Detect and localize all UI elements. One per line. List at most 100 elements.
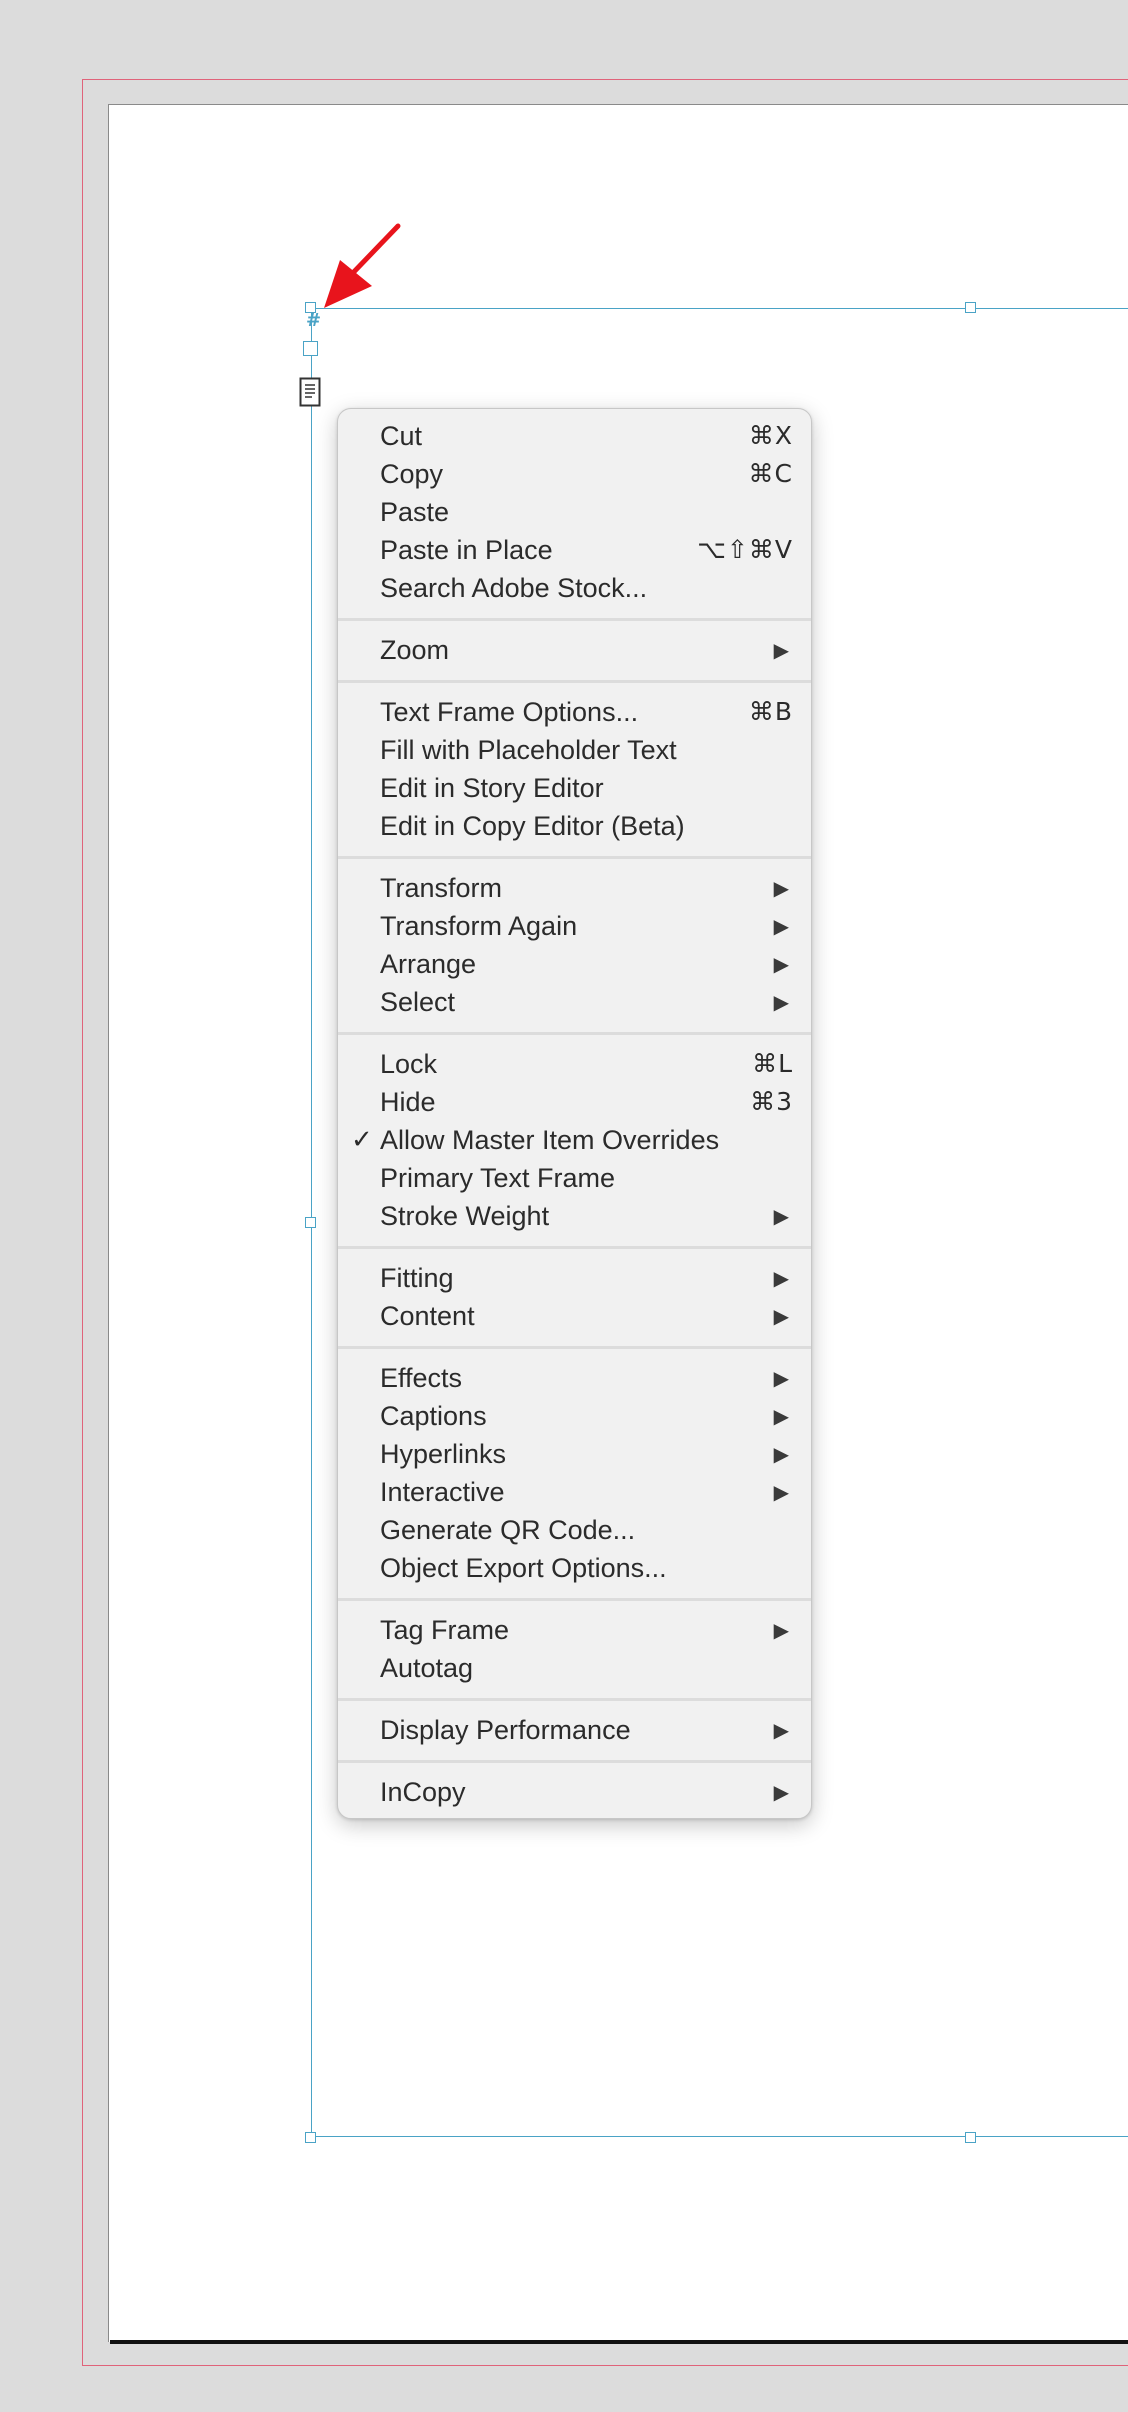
context-menu: Cut ⌘X Copy ⌘C Paste Paste in Place ⌥⇧⌘V Search… (337, 408, 812, 1819)
submenu-arrow-icon: ▶ (773, 1442, 789, 1466)
menu-item-transform[interactable]: Transform ▶ (338, 869, 811, 907)
menu-item-incopy[interactable]: InCopy ▶ (338, 1773, 811, 1811)
menu-item-fill-with-placeholder-text[interactable]: Fill with Placeholder Text (338, 731, 811, 769)
menu-item-zoom[interactable]: Zoom ▶ (338, 631, 811, 669)
menu-separator (338, 1687, 811, 1711)
menu-item-label: Hyperlinks (380, 1439, 507, 1469)
page-shadow (110, 2340, 1128, 2344)
menu-item-search-adobe-stock[interactable]: Search Adobe Stock... (338, 569, 811, 607)
menu-item-label: Text Frame Options... (380, 697, 639, 727)
menu-item-autotag[interactable]: Autotag (338, 1649, 811, 1687)
menu-item-label: Captions (380, 1401, 487, 1431)
menu-item-label: Transform (380, 873, 503, 903)
menu-item-label: Paste (380, 497, 450, 527)
menu-item-label: Effects (380, 1363, 463, 1393)
menu-item-label: Allow Master Item Overrides (380, 1125, 720, 1155)
menu-item-label: Copy (380, 459, 444, 489)
menu-item-label: Paste in Place (380, 535, 553, 565)
menu-item-label: Display Performance (380, 1715, 631, 1745)
menu-item-fitting[interactable]: Fitting ▶ (338, 1259, 811, 1297)
menu-item-label: Lock (380, 1049, 438, 1079)
menu-item-content[interactable]: Content ▶ (338, 1297, 811, 1335)
menu-item-allow-master-item-overrides[interactable]: ✓ Allow Master Item Overrides (338, 1121, 811, 1159)
menu-item-shortcut: ⌘3 (750, 1087, 793, 1116)
menu-item-generate-qr-code[interactable]: Generate QR Code... (338, 1511, 811, 1549)
text-thread-icon[interactable] (299, 377, 321, 407)
menu-item-shortcut: ⌘C (748, 459, 793, 488)
menu-item-edit-in-copy-editor-beta[interactable]: Edit in Copy Editor (Beta) (338, 807, 811, 845)
menu-separator (338, 1749, 811, 1773)
menu-item-label: Edit in Copy Editor (Beta) (380, 811, 685, 841)
submenu-arrow-icon: ▶ (773, 1618, 789, 1642)
menu-item-captions[interactable]: Captions ▶ (338, 1397, 811, 1435)
menu-item-effects[interactable]: Effects ▶ (338, 1359, 811, 1397)
annotation-arrow-icon (324, 223, 401, 308)
menu-separator (338, 845, 811, 869)
menu-item-tag-frame[interactable]: Tag Frame ▶ (338, 1611, 811, 1649)
menu-item-label: Transform Again (380, 911, 578, 941)
menu-item-hide[interactable]: Hide ⌘3 (338, 1083, 811, 1121)
submenu-arrow-icon: ▶ (773, 914, 789, 938)
submenu-arrow-icon: ▶ (773, 1266, 789, 1290)
menu-item-label: Hide (380, 1087, 436, 1117)
submenu-arrow-icon: ▶ (773, 1204, 789, 1228)
menu-item-edit-in-story-editor[interactable]: Edit in Story Editor (338, 769, 811, 807)
menu-item-text-frame-options[interactable]: Text Frame Options... ⌘B (338, 693, 811, 731)
menu-separator (338, 1021, 811, 1045)
menu-separator (338, 1235, 811, 1259)
submenu-arrow-icon: ▶ (773, 1480, 789, 1504)
menu-item-label: Select (380, 987, 456, 1017)
menu-item-label: Fill with Placeholder Text (380, 735, 677, 765)
menu-item-primary-text-frame[interactable]: Primary Text Frame (338, 1159, 811, 1197)
menu-item-paste[interactable]: Paste (338, 493, 811, 531)
submenu-arrow-icon: ▶ (773, 876, 789, 900)
menu-item-stroke-weight[interactable]: Stroke Weight ▶ (338, 1197, 811, 1235)
menu-item-paste-in-place[interactable]: Paste in Place ⌥⇧⌘V (338, 531, 811, 569)
menu-item-transform-again[interactable]: Transform Again ▶ (338, 907, 811, 945)
menu-item-shortcut: ⌘L (752, 1049, 793, 1078)
menu-item-label: Search Adobe Stock... (380, 573, 648, 603)
menu-separator (338, 669, 811, 693)
menu-item-hyperlinks[interactable]: Hyperlinks ▶ (338, 1435, 811, 1473)
menu-item-label: Content (380, 1301, 475, 1331)
frame-handle-middle-left[interactable] (305, 1217, 316, 1228)
menu-item-copy[interactable]: Copy ⌘C (338, 455, 811, 493)
submenu-arrow-icon: ▶ (773, 638, 789, 662)
menu-item-shortcut: ⌥⇧⌘V (697, 535, 793, 564)
submenu-arrow-icon: ▶ (773, 1304, 789, 1328)
frame-handle-bottom-left[interactable] (305, 2132, 316, 2143)
menu-separator (338, 1587, 811, 1611)
menu-item-label: InCopy (380, 1777, 466, 1807)
submenu-arrow-icon: ▶ (773, 1718, 789, 1742)
menu-item-label: Stroke Weight (380, 1201, 550, 1231)
frame-in-port[interactable] (303, 341, 318, 356)
menu-item-label: Object Export Options... (380, 1553, 667, 1583)
menu-item-label: Tag Frame (380, 1615, 510, 1645)
menu-item-cut[interactable]: Cut ⌘X (338, 417, 811, 455)
menu-separator (338, 1335, 811, 1359)
menu-item-label: Generate QR Code... (380, 1515, 636, 1545)
submenu-arrow-icon: ▶ (773, 1780, 789, 1804)
menu-item-arrange[interactable]: Arrange ▶ (338, 945, 811, 983)
frame-handle-top-middle[interactable] (965, 302, 976, 313)
menu-item-label: Fitting (380, 1263, 454, 1293)
frame-handle-bottom-middle[interactable] (965, 2132, 976, 2143)
menu-item-display-performance[interactable]: Display Performance ▶ (338, 1711, 811, 1749)
submenu-arrow-icon: ▶ (773, 952, 789, 976)
menu-item-label: Primary Text Frame (380, 1163, 616, 1193)
menu-item-label: Arrange (380, 949, 477, 979)
menu-separator (338, 607, 811, 631)
menu-item-label: Autotag (380, 1653, 474, 1683)
menu-item-label: Cut (380, 421, 423, 451)
menu-item-label: Interactive (380, 1477, 505, 1507)
menu-item-interactive[interactable]: Interactive ▶ (338, 1473, 811, 1511)
menu-item-shortcut: ⌘X (748, 421, 793, 450)
menu-item-label: Zoom (380, 635, 450, 665)
submenu-arrow-icon: ▶ (773, 1404, 789, 1428)
menu-item-select[interactable]: Select ▶ (338, 983, 811, 1021)
menu-item-lock[interactable]: Lock ⌘L (338, 1045, 811, 1083)
submenu-arrow-icon: ▶ (773, 990, 789, 1014)
submenu-arrow-icon: ▶ (773, 1366, 789, 1390)
menu-item-object-export-options[interactable]: Object Export Options... (338, 1549, 811, 1587)
menu-item-shortcut: ⌘B (748, 697, 793, 726)
